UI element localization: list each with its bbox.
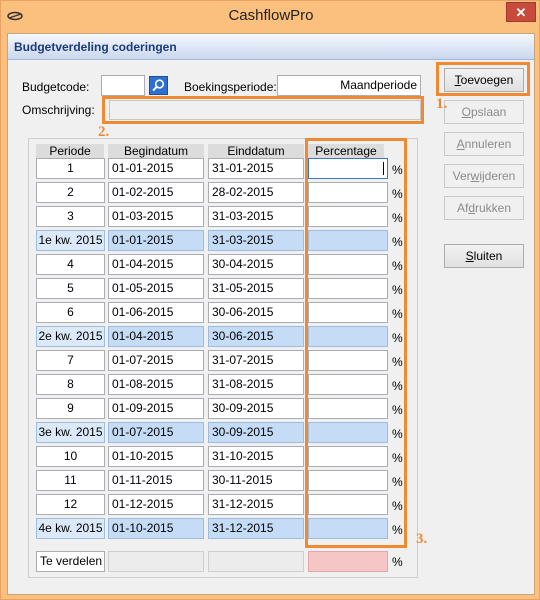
begindatum-cell: 01-02-2015 [108, 182, 204, 203]
einddatum-cell: 31-03-2015 [208, 230, 304, 251]
annotation-marker-3: 3. [416, 531, 428, 547]
einddatum-cell: 31-01-2015 [208, 158, 304, 179]
begindatum-cell: 01-01-2015 [108, 158, 204, 179]
period-cell: 11 [36, 470, 105, 491]
highlight-box-3 [305, 138, 407, 548]
period-cell: 12 [36, 494, 105, 515]
search-icon [152, 79, 165, 92]
einddatum-cell: 30-09-2015 [208, 398, 304, 419]
einddatum-cell: 30-06-2015 [208, 302, 304, 323]
begindatum-cell: 01-06-2015 [108, 302, 204, 323]
total-end-field [208, 551, 304, 572]
title-bar[interactable]: CashflowPro ✕ [1, 1, 540, 33]
annuleren-label: nnuleren [464, 137, 512, 151]
main-panel: Budgetverdeling coderingen Budgetcode: B… [7, 33, 535, 595]
annuleren-accel: A [456, 137, 465, 151]
opslaan-button[interactable]: Opslaan [444, 100, 524, 124]
einddatum-cell: 31-12-2015 [208, 494, 304, 515]
afdrukken-label: rukken [475, 201, 512, 215]
begindatum-cell: 01-12-2015 [108, 494, 204, 515]
einddatum-cell: 30-09-2015 [208, 422, 304, 443]
einddatum-cell: 31-12-2015 [208, 518, 304, 539]
app-window: CashflowPro ✕ Budgetverdeling coderingen… [0, 0, 540, 600]
column-header-einddatum: Einddatum [208, 144, 304, 158]
afdrukken-accel: d [468, 201, 475, 215]
highlight-box-1 [436, 62, 530, 96]
sluiten-accel: S [465, 249, 474, 263]
sluiten-button[interactable]: Sluiten [444, 244, 524, 268]
begindatum-cell: 01-09-2015 [108, 398, 204, 419]
total-percentage-field [308, 551, 388, 572]
period-cell: 6 [36, 302, 105, 323]
einddatum-cell: 30-04-2015 [208, 254, 304, 275]
begindatum-cell: 01-04-2015 [108, 326, 204, 347]
verwijderen-button[interactable]: Verwijderen [444, 164, 524, 188]
total-start-field [108, 551, 204, 572]
begindatum-cell: 01-04-2015 [108, 254, 204, 275]
period-cell: 3 [36, 206, 105, 227]
panel-header: Budgetverdeling coderingen [8, 34, 534, 60]
afdrukken-button[interactable]: Afdrukken [444, 196, 524, 220]
budgetcode-input[interactable] [101, 75, 145, 96]
begindatum-cell: 01-08-2015 [108, 374, 204, 395]
period-cell: 1 [36, 158, 105, 179]
page-title: Budgetverdeling coderingen [14, 40, 177, 54]
annuleren-button[interactable]: Annuleren [444, 132, 524, 156]
period-cell: 9 [36, 398, 105, 419]
begindatum-cell: 01-10-2015 [108, 446, 204, 467]
sluiten-label: luiten [473, 249, 503, 263]
einddatum-cell: 28-02-2015 [208, 182, 304, 203]
column-header-begindatum: Begindatum [108, 144, 204, 158]
period-cell: 4e kw. 2015 [36, 518, 105, 539]
begindatum-cell: 01-01-2015 [108, 230, 204, 251]
einddatum-cell: 31-03-2015 [208, 206, 304, 227]
annotation-marker-2: 2. [98, 124, 110, 140]
einddatum-cell: 31-10-2015 [208, 446, 304, 467]
einddatum-cell: 31-05-2015 [208, 278, 304, 299]
begindatum-cell: 01-10-2015 [108, 518, 204, 539]
close-button[interactable]: ✕ [506, 2, 536, 22]
begindatum-cell: 01-05-2015 [108, 278, 204, 299]
period-cell: 10 [36, 446, 105, 467]
period-cell: 5 [36, 278, 105, 299]
period-cell: 1e kw. 2015 [36, 230, 105, 251]
boekingsperiode-field[interactable]: Maandperiode [277, 75, 421, 96]
percent-sign: % [392, 555, 403, 569]
einddatum-cell: 31-07-2015 [208, 350, 304, 371]
search-button[interactable] [149, 76, 168, 95]
begindatum-cell: 01-07-2015 [108, 422, 204, 443]
einddatum-cell: 30-06-2015 [208, 326, 304, 347]
period-cell: 2 [36, 182, 105, 203]
period-cell: 8 [36, 374, 105, 395]
period-cell: 7 [36, 350, 105, 371]
einddatum-cell: 31-08-2015 [208, 374, 304, 395]
period-cell: 4 [36, 254, 105, 275]
highlight-box-2 [102, 96, 424, 124]
verwijderen-prefix: Ver [452, 169, 471, 183]
budgetcode-label: Budgetcode: [22, 80, 90, 94]
period-cell: 3e kw. 2015 [36, 422, 105, 443]
column-header-periode: Periode [36, 144, 104, 158]
afdrukken-prefix: Af [456, 201, 469, 215]
window-title: CashflowPro [228, 7, 314, 24]
period-cell: 2e kw. 2015 [36, 326, 105, 347]
total-label: Te verdelen [36, 551, 105, 572]
einddatum-cell: 30-11-2015 [208, 470, 304, 491]
boekingsperiode-label: Boekingsperiode: [184, 80, 277, 94]
verwijderen-label: ijderen [479, 169, 516, 183]
begindatum-cell: 01-11-2015 [108, 470, 204, 491]
omschrijving-label: Omschrijving: [22, 103, 95, 117]
begindatum-cell: 01-03-2015 [108, 206, 204, 227]
annotation-marker-1: 1. [436, 96, 448, 112]
opslaan-label: pslaan [470, 105, 507, 119]
begindatum-cell: 01-07-2015 [108, 350, 204, 371]
opslaan-accel: O [461, 105, 471, 119]
